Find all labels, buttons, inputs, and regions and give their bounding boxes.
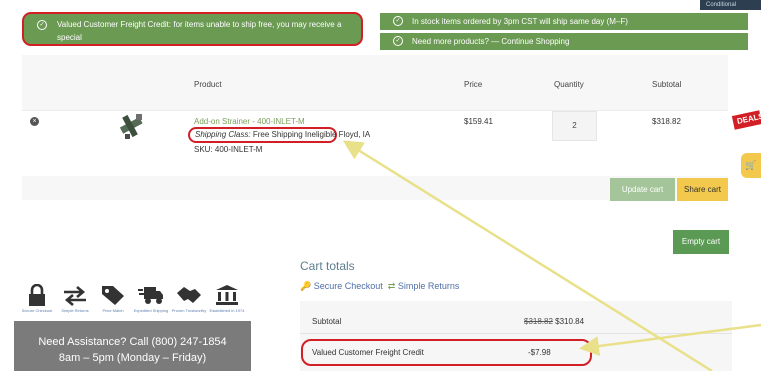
freight-credit-value: -$7.98 — [528, 348, 551, 357]
trust-label: Price Match — [102, 308, 124, 313]
product-name-link[interactable]: Add-on Strainer - 400-INLET-M — [194, 117, 305, 126]
update-cart-button[interactable]: Update cart — [610, 178, 675, 201]
trust-label: Simple Returns — [61, 308, 89, 313]
trust-established: Established in 1974 — [208, 278, 246, 313]
trust-trustworthy: Proven Trustworthy — [170, 278, 208, 313]
subtotal-label: Subtotal — [312, 317, 342, 326]
product-price: $159.41 — [464, 117, 493, 126]
shipping-class: Shipping Class: Free Shipping Ineligible… — [188, 127, 370, 143]
truck-icon — [138, 287, 163, 304]
freight-credit-notice: ✓ Valued Customer Freight Credit: for it… — [22, 12, 363, 55]
shipping-class-value: Free Shipping Ineligible Floyd, IA — [252, 130, 371, 139]
bank-icon — [216, 285, 238, 305]
check-circle-icon: ✓ — [37, 20, 47, 30]
shipping-class-label: Shipping Class: — [195, 130, 251, 139]
product-sku: SKU: 400-INLET-M — [194, 145, 263, 154]
lock-icon — [29, 284, 45, 306]
floating-cart-icon[interactable]: 🛒 — [741, 153, 761, 178]
assistance-hours: 8am – 5pm (Monday – Friday) — [58, 352, 207, 364]
subtotal-new: $310.84 — [555, 317, 585, 326]
continue-shopping-link[interactable]: Need more products? — Continue Shopping — [412, 37, 569, 46]
trust-price: Price Match — [94, 278, 132, 313]
header-product: Product — [194, 80, 222, 89]
product-thumbnail[interactable] — [117, 110, 149, 142]
empty-cart-button[interactable]: Empty cart — [673, 230, 729, 254]
cart-table-header — [22, 55, 728, 111]
conditional-tab[interactable]: Conditional — [700, 0, 761, 10]
trust-returns: Simple Returns — [56, 278, 94, 313]
trust-shipping: Expedited Shipping — [132, 278, 170, 313]
arrows-icon — [64, 286, 86, 306]
trust-label: Established in 1974 — [209, 308, 245, 313]
notice-line-1: Valued Customer Freight Credit: for item… — [57, 20, 342, 42]
header-price: Price — [464, 80, 483, 89]
cart-totals-badges: 🔑 Secure Checkout ⇄ Simple Returns — [300, 281, 459, 292]
same-day-notice: ✓ In stock items ordered by 3pm CST will… — [380, 13, 748, 30]
simple-returns-label: Simple Returns — [397, 281, 460, 291]
header-subtotal: Subtotal — [652, 80, 682, 89]
totals-divider — [300, 333, 732, 334]
deals-badge[interactable]: DEALS — [731, 110, 761, 130]
remove-item-icon[interactable]: × — [30, 117, 39, 126]
arrows-icon: ⇄ — [387, 281, 396, 291]
trust-label: Secure Checkout — [21, 308, 53, 313]
share-cart-button[interactable]: Share cart — [677, 178, 728, 201]
subtotal-value: $318.82 $310.84 — [524, 317, 584, 326]
notice-text: In stock items ordered by 3pm CST will s… — [412, 17, 628, 26]
continue-shopping-notice[interactable]: ✓ Need more products? — Continue Shoppin… — [380, 33, 748, 50]
cart-totals-title: Cart totals — [300, 259, 355, 273]
key-icon: 🔑 — [300, 281, 312, 291]
product-subtotal: $318.82 — [652, 117, 681, 126]
trust-label: Expedited Shipping — [133, 308, 169, 313]
trust-label: Proven Trustworthy — [171, 308, 207, 313]
assistance-phone[interactable]: Need Assistance? Call (800) 247-1854 — [14, 334, 251, 350]
freight-credit-label: Valued Customer Freight Credit — [312, 348, 424, 357]
check-circle-icon: ✓ — [393, 16, 403, 26]
assistance-panel: Need Assistance? Call (800) 247-1854 8am… — [14, 321, 251, 371]
quantity-input[interactable]: 2 — [552, 111, 597, 141]
subtotal-old: $318.82 — [524, 317, 553, 326]
header-quantity: Quantity — [554, 80, 584, 89]
trust-secure: Secure Checkout — [18, 278, 56, 313]
secure-checkout-label: Secure Checkout — [313, 281, 383, 291]
tag-icon — [102, 286, 124, 305]
trust-icons: Secure Checkout Simple Returns Price Mat… — [18, 278, 268, 318]
handshake-icon — [177, 287, 201, 303]
check-circle-icon: ✓ — [393, 36, 403, 46]
